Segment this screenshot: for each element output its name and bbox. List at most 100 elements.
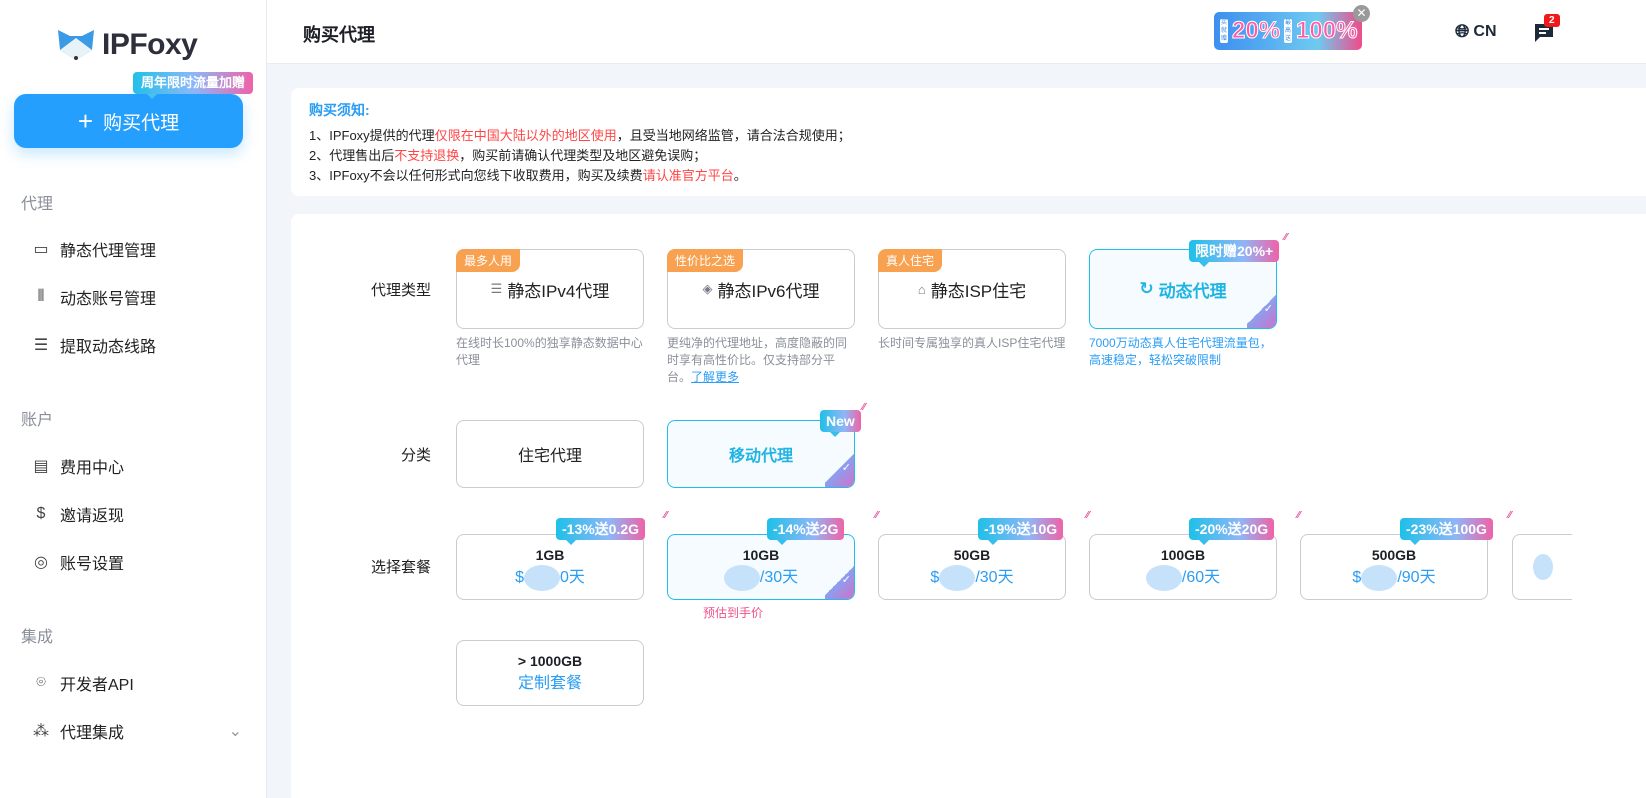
message-badge: 2: [1544, 14, 1560, 27]
sidebar-item-billing[interactable]: ▤ 费用中心: [32, 454, 242, 478]
title: 静态ISP住宅: [930, 281, 1027, 301]
purchase-notice: 购买须知: 1、IPFoxy提供的代理仅限在中国大陆以外的地区使用，且受当地网络…: [291, 88, 1646, 196]
banner-small-left: 买就赠: [1220, 19, 1228, 43]
proxy-type-desc: 在线时长100%的独享静态数据中心代理: [456, 336, 643, 367]
package-card[interactable]: 100GB /60天: [1089, 534, 1277, 600]
logo-text: IPFoxy: [102, 28, 198, 61]
discount-tag: -23%送100G: [1400, 518, 1493, 545]
learn-more-link[interactable]: 了解更多: [691, 370, 739, 384]
discount-tag: -13%送0.2G: [556, 518, 646, 545]
buy-proxy-button[interactable]: + 购买代理: [14, 94, 243, 148]
sparkle-icon: ⁄⁄: [862, 402, 866, 413]
discount-tag: -14%送2G: [767, 518, 845, 545]
package-card[interactable]: 50GB $/30天: [878, 534, 1066, 600]
banner-big-left: 20%: [1231, 17, 1281, 45]
package-card[interactable]: 10GB /30天: [667, 534, 855, 600]
sidebar-item-static-proxy[interactable]: ▭ 静态代理管理: [32, 237, 242, 261]
label: 代理集成: [60, 725, 125, 742]
label: 费用中心: [60, 460, 125, 477]
plus-icon: +: [77, 105, 94, 136]
proxy-type-desc: 更纯净的代理地址，高度隐蔽的同时享有高性价比。仅支持部分平台。了解更多: [667, 336, 848, 384]
blurred-price: [723, 564, 760, 591]
accounts-icon: ⫴: [37, 288, 45, 305]
blurred-price: [1361, 564, 1398, 591]
section-label-integration: 集成: [21, 629, 54, 646]
size: 100GB: [1160, 547, 1206, 563]
sidebar-item-proxy-integration[interactable]: ⁂ 代理集成 ⌄: [32, 719, 242, 743]
custom-package[interactable]: > 1000GB 定制套餐: [456, 640, 644, 706]
purchase-panel: 代理类型 最多人用 ☰ 静态IPv4代理 在线时长100%的独享静态数据中心代理 …: [291, 214, 1646, 798]
banner-close-icon[interactable]: ✕: [1353, 5, 1370, 22]
title: 移动代理: [728, 448, 793, 465]
sparkle-icon: ⁄⁄: [1284, 232, 1288, 243]
category-label: 分类: [400, 447, 431, 464]
price: /30天: [723, 563, 798, 591]
promo-banner[interactable]: 买就赠 20% 最高送 100%: [1214, 12, 1362, 50]
notice-title: 购买须知:: [309, 102, 370, 118]
dollar-icon: $: [36, 505, 46, 522]
section-label-proxy: 代理: [21, 196, 54, 213]
blurred-price: [1145, 564, 1182, 591]
title: 动态代理: [1158, 281, 1227, 301]
language-switcher[interactable]: 🌐︎ CN: [1455, 21, 1497, 42]
page-title: 购买代理: [303, 25, 375, 45]
language-label: CN: [1473, 22, 1497, 40]
sidebar-item-developer-api[interactable]: ⌾ 开发者API: [32, 671, 242, 695]
chevron-down-icon: ⌄: [228, 723, 242, 740]
promo-tag: 限时赠20%+: [1189, 240, 1280, 267]
fingerprint-icon: ⌾: [36, 674, 46, 691]
estimated-price: 预估到手价: [703, 606, 764, 620]
banner-big-right: 100%: [1296, 17, 1358, 45]
proxy-type-static-isp[interactable]: 真人住宅 ⌂ 静态ISP住宅: [878, 249, 1066, 329]
section-label-account: 账户: [21, 412, 54, 429]
sidebar: IPFoxy 周年限时流量加赠 + 购买代理 代理 ▭ 静态代理管理 ⫴ 动态账号管理…: [0, 0, 267, 798]
custom-label: 定制套餐: [517, 675, 582, 692]
proxy-type-static-ipv4[interactable]: 最多人用 ☰ 静态IPv4代理: [456, 249, 644, 329]
sidebar-item-dynamic-accounts[interactable]: ⫴ 动态账号管理: [32, 285, 242, 309]
home-icon: ⌂: [917, 281, 926, 297]
proxy-type-static-ipv6[interactable]: 性价比之选 ◈ 静态IPv6代理: [667, 249, 855, 329]
new-tag: New: [820, 410, 861, 437]
integration-icon: ⁂: [33, 723, 49, 740]
fox-logo-icon: [58, 30, 94, 60]
price: $0天: [515, 563, 585, 591]
size: 1GB: [535, 547, 565, 563]
sidebar-item-extract-lines[interactable]: ☰ 提取动态线路: [32, 333, 242, 357]
package-card[interactable]: 1GB $0天: [456, 534, 644, 600]
server-icon: ☰: [33, 337, 49, 354]
globe-icon: 🌐︎: [1455, 21, 1470, 41]
proxy-type-desc: 7000万动态真人住宅代理流量包，高速稳定，轻松突破限制: [1089, 336, 1272, 367]
title: 静态IPv6代理: [717, 281, 820, 301]
package-card-partial[interactable]: [1512, 534, 1572, 600]
label: 开发者API: [60, 677, 134, 694]
banner-small-right: 最高送: [1284, 19, 1293, 43]
blurred-price: [939, 564, 976, 591]
category-residential[interactable]: 住宅代理: [456, 420, 644, 488]
sidebar-item-account-settings[interactable]: ◎ 账号设置: [32, 550, 242, 574]
sparkle-icon: ⁄⁄: [875, 510, 879, 521]
size: > 1000GB: [517, 653, 583, 669]
sparkle-icon: ⁄⁄: [1508, 510, 1512, 521]
monitor-icon: ▭: [33, 241, 49, 258]
promo-tag: 周年限时流量加赠: [133, 72, 254, 99]
tag: 最多人用: [456, 249, 521, 272]
logo[interactable]: IPFoxy: [56, 28, 198, 62]
label: 提取动态线路: [60, 339, 157, 356]
discount-tag: -19%送10G: [978, 518, 1064, 545]
messages-button[interactable]: 2: [1533, 14, 1560, 49]
title: 静态IPv4代理: [507, 281, 610, 301]
package-label: 选择套餐: [370, 559, 431, 576]
server-icon: ☰: [490, 281, 503, 296]
sparkle-icon: ⁄⁄: [1086, 510, 1090, 521]
header: 购买代理: [267, 0, 1646, 64]
sidebar-item-referral[interactable]: $ 邀请返现: [32, 502, 242, 526]
proxy-type-desc: 长时间专属独享的真人ISP住宅代理: [878, 336, 1066, 350]
price: /60天: [1145, 563, 1220, 591]
notice-line-3: 3、IPFoxy不会以任何形式向您线下收取费用，购买及续费请认准官方平台。: [309, 168, 747, 183]
label: 邀请返现: [60, 508, 125, 525]
refresh-icon: ↻: [1139, 279, 1154, 298]
user-icon: ◎: [34, 554, 48, 571]
discount-tag: -20%送20G: [1189, 518, 1275, 545]
price: $/30天: [930, 563, 1014, 591]
package-card[interactable]: 500GB $/90天: [1300, 534, 1488, 600]
